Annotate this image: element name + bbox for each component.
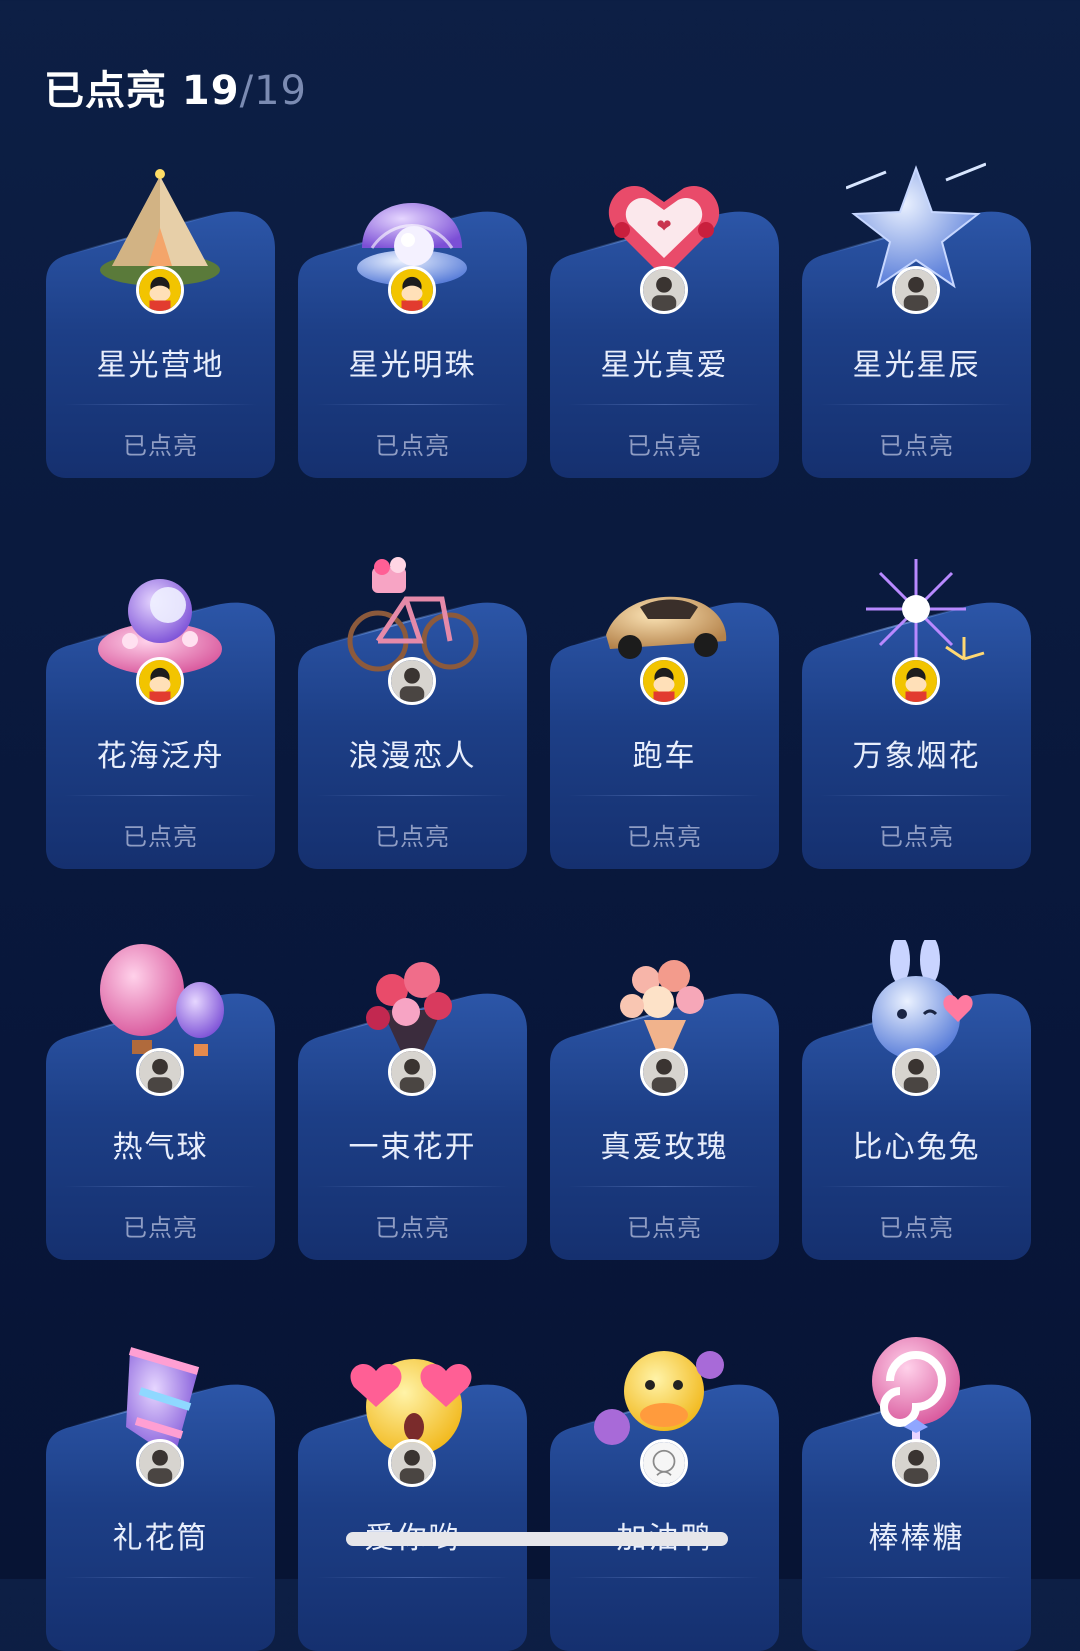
gift-status: 已点亮 — [123, 1214, 198, 1242]
gift-status: 已点亮 — [627, 1214, 702, 1242]
gift-title: 跑车 — [632, 739, 697, 774]
card-divider — [316, 1577, 509, 1578]
gift-status: 已点亮 — [879, 1214, 954, 1242]
gift-card[interactable]: 一束花开 已点亮 — [298, 962, 527, 1260]
gift-card[interactable]: 礼花筒 — [46, 1347, 275, 1651]
cartoon-avatar — [136, 266, 184, 314]
gift-title: 真爱玫瑰 — [600, 1130, 729, 1165]
gift-card[interactable]: 星光星辰 已点亮 — [802, 162, 1031, 478]
photo-avatar — [388, 1048, 436, 1096]
gift-status: 已点亮 — [627, 432, 702, 460]
gift-grid: 星光营地 已点亮 星光明珠 已点亮 ❤ 星光真爱 已点亮 星光星辰 已点亮 花海泛舟 已点亮 浪漫恋人… — [0, 0, 1080, 1651]
gift-card[interactable]: 热气球 已点亮 — [46, 944, 275, 1260]
cartoon-avatar — [892, 657, 940, 705]
gift-card[interactable]: 跑车 已点亮 — [550, 596, 779, 869]
gift-card[interactable]: 真爱玫瑰 已点亮 — [550, 960, 779, 1260]
card-divider — [568, 1186, 761, 1187]
card-divider — [64, 1186, 257, 1187]
home-indicator[interactable] — [346, 1532, 728, 1546]
card-divider — [316, 795, 509, 796]
gift-status: 已点亮 — [375, 432, 450, 460]
sketch-avatar — [640, 1439, 688, 1487]
card-divider — [64, 795, 257, 796]
gift-card[interactable]: 比心兔兔 已点亮 — [802, 940, 1031, 1260]
photo-avatar — [388, 657, 436, 705]
photo-avatar — [136, 1048, 184, 1096]
gift-card[interactable]: 爱你哟 — [298, 1359, 527, 1651]
gift-card[interactable]: 加油鸭 — [550, 1351, 779, 1651]
gift-status: 已点亮 — [627, 823, 702, 851]
gift-card[interactable]: 万象烟花 已点亮 — [802, 559, 1031, 869]
card-divider — [64, 1577, 257, 1578]
card-divider — [568, 404, 761, 405]
gift-status: 已点亮 — [375, 1214, 450, 1242]
photo-avatar — [892, 1439, 940, 1487]
gift-status: 已点亮 — [879, 823, 954, 851]
gift-card[interactable]: ❤ 星光真爱已点亮 — [550, 186, 779, 478]
gift-title: 礼花筒 — [112, 1521, 209, 1556]
gift-status: 已点亮 — [123, 823, 198, 851]
card-divider — [64, 404, 257, 405]
gift-card[interactable]: 星光营地 已点亮 — [46, 169, 275, 478]
card-divider — [316, 404, 509, 405]
card-divider — [568, 1577, 761, 1578]
card-divider — [568, 795, 761, 796]
photo-avatar — [892, 266, 940, 314]
gift-title: 浪漫恋人 — [348, 739, 477, 774]
cartoon-avatar — [388, 266, 436, 314]
photo-avatar — [640, 1048, 688, 1096]
cartoon-avatar — [136, 657, 184, 705]
gift-card[interactable]: 花海泛舟 已点亮 — [46, 579, 275, 869]
gift-status: 已点亮 — [879, 432, 954, 460]
card-divider — [820, 795, 1013, 796]
gift-status: 已点亮 — [375, 823, 450, 851]
photo-avatar — [892, 1048, 940, 1096]
card-divider — [820, 1577, 1013, 1578]
gift-title: 万象烟花 — [852, 739, 981, 774]
card-divider — [820, 1186, 1013, 1187]
photo-avatar — [640, 266, 688, 314]
gift-card[interactable]: 浪漫恋人 已点亮 — [298, 557, 527, 869]
svg-text:❤: ❤ — [656, 216, 671, 237]
card-divider — [820, 404, 1013, 405]
gift-title: 星光星辰 — [852, 348, 981, 383]
gift-title: 星光真爱 — [600, 348, 729, 383]
gift-card[interactable]: 棒棒糖 — [802, 1337, 1031, 1651]
gift-title: 星光营地 — [96, 348, 225, 383]
gift-title: 比心兔兔 — [852, 1130, 981, 1165]
photo-avatar — [388, 1439, 436, 1487]
gift-title: 棒棒糖 — [868, 1521, 965, 1556]
gift-status: 已点亮 — [123, 432, 198, 460]
gift-title: 热气球 — [112, 1130, 209, 1165]
gift-title: 一束花开 — [348, 1130, 477, 1165]
gift-card[interactable]: 星光明珠 已点亮 — [298, 203, 527, 478]
gift-title: 星光明珠 — [348, 348, 477, 383]
card-divider — [316, 1186, 509, 1187]
photo-avatar — [136, 1439, 184, 1487]
cartoon-avatar — [640, 657, 688, 705]
gift-title: 花海泛舟 — [96, 739, 225, 774]
